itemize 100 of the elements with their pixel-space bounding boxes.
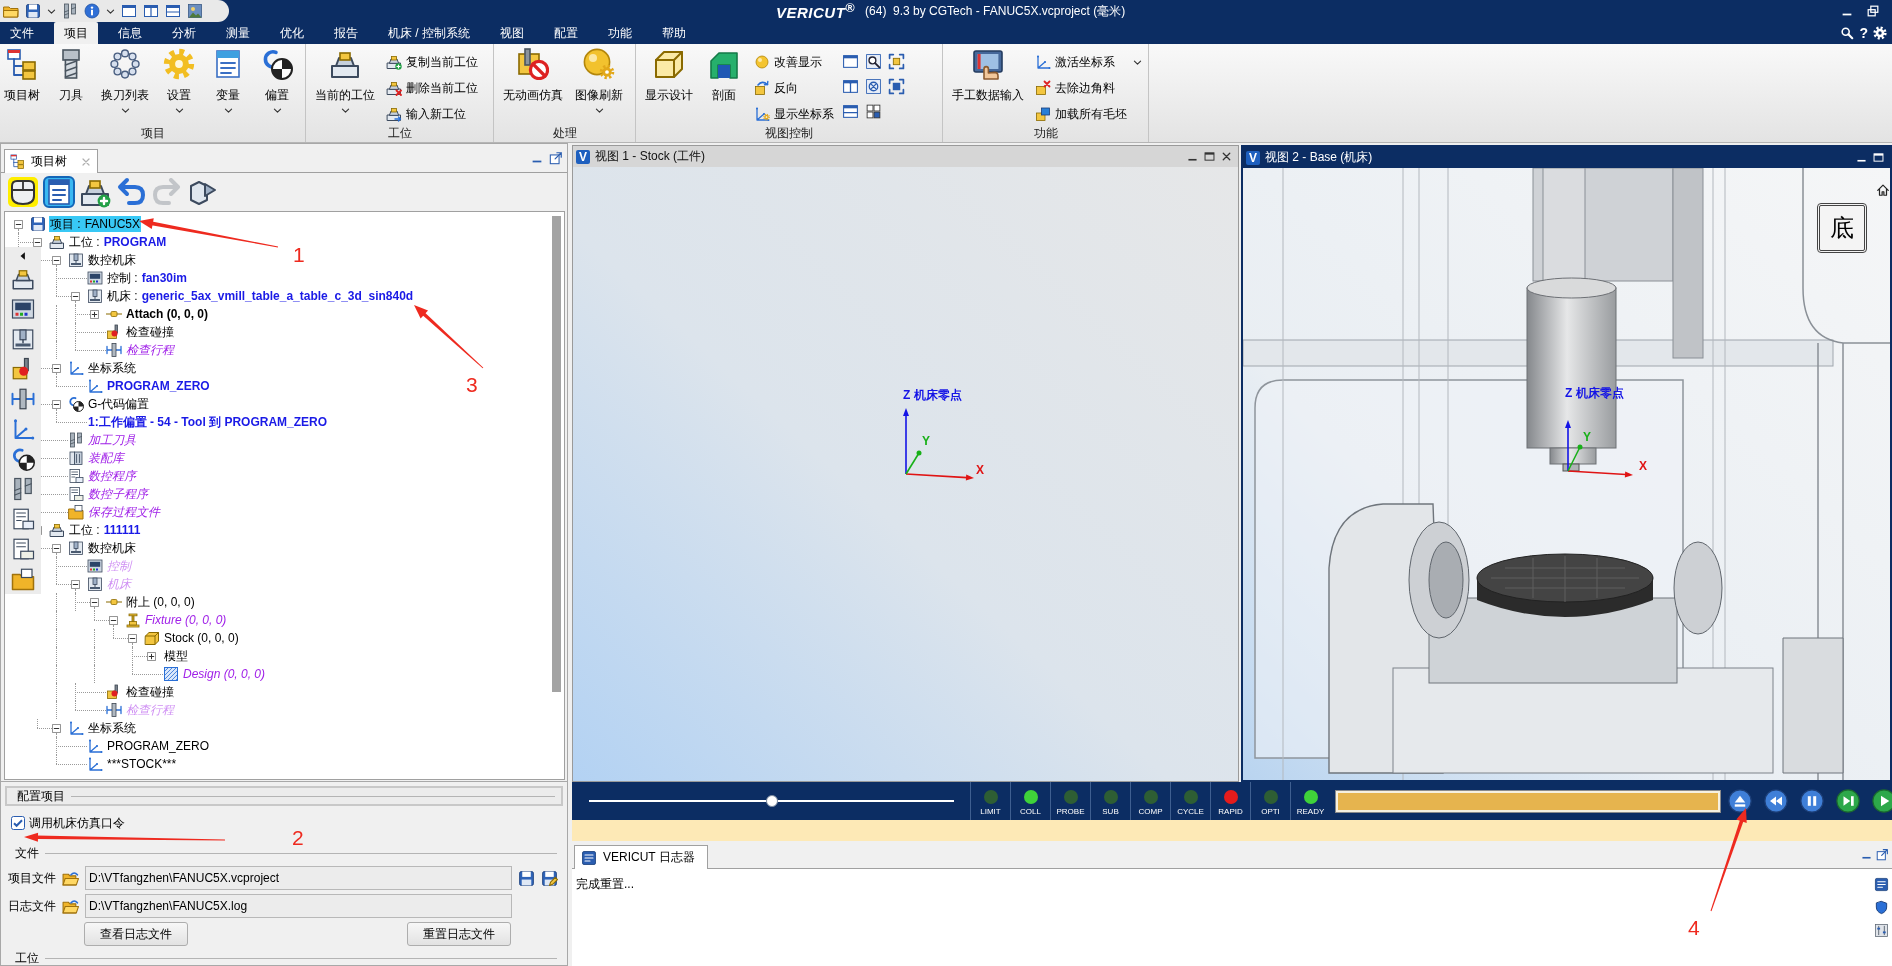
ribbon-button[interactable]: 项目树: [0, 47, 44, 104]
program-document-icon[interactable]: [11, 507, 35, 531]
machine-icon[interactable]: [11, 327, 35, 351]
open-folder-icon[interactable]: [62, 897, 79, 915]
home-icon[interactable]: [1876, 183, 1890, 197]
minus-box-icon[interactable]: [71, 291, 80, 301]
tree-item[interactable]: 装配库: [87, 450, 125, 466]
tree-item[interactable]: 检查行程: [125, 342, 175, 358]
split-window-icon[interactable]: [143, 3, 159, 19]
panel-tab[interactable]: 项目树: [4, 149, 98, 173]
shield-icon[interactable]: [1874, 900, 1889, 915]
ribbon-button[interactable]: 偏置: [255, 47, 299, 115]
maximize-icon[interactable]: [1872, 151, 1885, 164]
close-icon[interactable]: [1220, 150, 1233, 163]
tree-item[interactable]: 项目 : FANUC5X: [49, 216, 142, 232]
minus-box-icon[interactable]: [52, 543, 61, 553]
ribbon-button[interactable]: 加载所有毛坯: [1033, 102, 1144, 126]
log-book-icon[interactable]: [1874, 877, 1889, 892]
travel-limits-icon[interactable]: [11, 387, 35, 411]
ribbon-button[interactable]: 激活坐标系: [1033, 50, 1144, 74]
panel-button[interactable]: 重置日志文件: [407, 922, 511, 946]
scrollbar-thumb[interactable]: [552, 216, 561, 692]
slider-thumb[interactable]: [765, 795, 778, 807]
menu-tab[interactable]: 文件: [0, 22, 44, 44]
tree-item[interactable]: 坐标系统: [87, 360, 137, 376]
tree-item[interactable]: PROGRAM_ZERO: [106, 738, 210, 754]
mouse-icon[interactable]: [7, 176, 39, 208]
ribbon-button[interactable]: 刀具: [49, 47, 93, 104]
minus-box-icon[interactable]: [52, 723, 61, 733]
workstation-icon[interactable]: [11, 267, 35, 291]
coordinate-axes-icon[interactable]: [11, 417, 35, 441]
ribbon-button[interactable]: 反向: [752, 76, 836, 100]
search-icon[interactable]: [1840, 26, 1855, 40]
tiles-icon[interactable]: [865, 103, 882, 120]
ribbon-button[interactable]: 剖面: [702, 47, 746, 104]
tree-item[interactable]: 坐标系统: [87, 720, 137, 736]
list-document-icon[interactable]: [43, 176, 75, 208]
tree-item[interactable]: ***STOCK***: [106, 756, 178, 772]
tree-item[interactable]: 数控机床: [87, 252, 137, 268]
help-button[interactable]: ?: [1859, 25, 1868, 41]
ribbon-button[interactable]: 输入新工位: [384, 102, 480, 126]
window-icon[interactable]: [121, 3, 137, 19]
tree-item[interactable]: 检查碰撞: [125, 324, 175, 340]
folder-tag-icon[interactable]: [11, 567, 35, 591]
zoom-fit-icon[interactable]: [865, 78, 882, 95]
float-window-icon[interactable]: [1876, 848, 1889, 861]
caret-icon[interactable]: [106, 6, 115, 16]
open-folder-icon[interactable]: [62, 869, 79, 887]
ribbon-button[interactable]: 复制当前工位: [384, 50, 480, 74]
path-field[interactable]: D:\VTfangzhen\FANUC5X.log: [85, 894, 512, 918]
menu-tab[interactable]: 帮助: [652, 22, 696, 44]
panel-tab[interactable]: VERICUT 日志器: [574, 845, 708, 869]
fit-view-icon[interactable]: [888, 53, 905, 70]
menu-tab[interactable]: 配置: [544, 22, 588, 44]
tree-item[interactable]: Attach (0, 0, 0): [125, 306, 210, 322]
subprogram-document-icon[interactable]: [11, 537, 35, 561]
menu-tab[interactable]: 机床 / 控制系统: [378, 22, 480, 44]
ribbon-button[interactable]: 手工数据输入: [949, 47, 1027, 104]
menu-tab[interactable]: 报告: [324, 22, 368, 44]
menu-tab[interactable]: 测量: [216, 22, 260, 44]
play-icon[interactable]: [1872, 789, 1892, 813]
tree-item[interactable]: 工位 : 111111: [68, 522, 142, 538]
info-icon[interactable]: [84, 3, 100, 19]
ribbon-button[interactable]: 换刀列表: [98, 47, 152, 115]
minus-box-icon[interactable]: [52, 363, 61, 373]
ribbon-button[interactable]: 当前的工位: [312, 47, 378, 115]
tree-item[interactable]: 加工刀具: [87, 432, 137, 448]
panel-button[interactable]: 查看日志文件: [84, 922, 188, 946]
milling-tool-icon[interactable]: [11, 477, 35, 501]
stacked-window-icon[interactable]: [165, 3, 181, 19]
ribbon-button[interactable]: 显示设计: [642, 47, 696, 104]
picture-icon[interactable]: [187, 3, 203, 19]
window-icon[interactable]: [842, 53, 859, 70]
ribbon-button[interactable]: 无动画仿真: [500, 47, 566, 104]
stacked-window-icon[interactable]: [842, 103, 859, 120]
float-window-icon[interactable]: [549, 151, 563, 165]
folder-icon[interactable]: [3, 3, 19, 19]
floppy-edit-icon[interactable]: [541, 869, 558, 887]
milling-tool-icon[interactable]: [62, 3, 78, 19]
view-cube[interactable]: 底: [1817, 203, 1867, 253]
maximize-icon[interactable]: [1203, 150, 1216, 163]
menu-tab[interactable]: 分析: [162, 22, 206, 44]
sliders-icon[interactable]: [1874, 923, 1889, 938]
minus-box-icon[interactable]: [33, 237, 42, 247]
tree-item[interactable]: 数控机床: [87, 540, 137, 556]
ribbon-button[interactable]: 设置: [157, 47, 201, 115]
minus-box-icon[interactable]: [14, 219, 23, 229]
plus-box-icon[interactable]: [90, 309, 99, 319]
caret-icon[interactable]: [47, 6, 56, 16]
control-panel-icon[interactable]: [11, 297, 35, 321]
tree-item[interactable]: 数控子程序: [87, 486, 149, 502]
pause-icon[interactable]: [1800, 789, 1824, 813]
ribbon-button[interactable]: 删除当前工位: [384, 76, 480, 100]
undo-icon[interactable]: [115, 176, 147, 208]
tree-item[interactable]: 机床 : generic_5ax_vmill_table_a_table_c_3d_sin840d: [106, 288, 415, 304]
minus-box-icon[interactable]: [52, 255, 61, 265]
tree-item[interactable]: 1:工作偏置 - 54 - Tool 到 PROGRAM_ZERO: [87, 414, 329, 430]
tree-item[interactable]: 控制 : fan30im: [106, 270, 189, 286]
menu-tab[interactable]: 项目: [54, 22, 98, 44]
tree-item[interactable]: 工位 : PROGRAM: [68, 234, 168, 250]
